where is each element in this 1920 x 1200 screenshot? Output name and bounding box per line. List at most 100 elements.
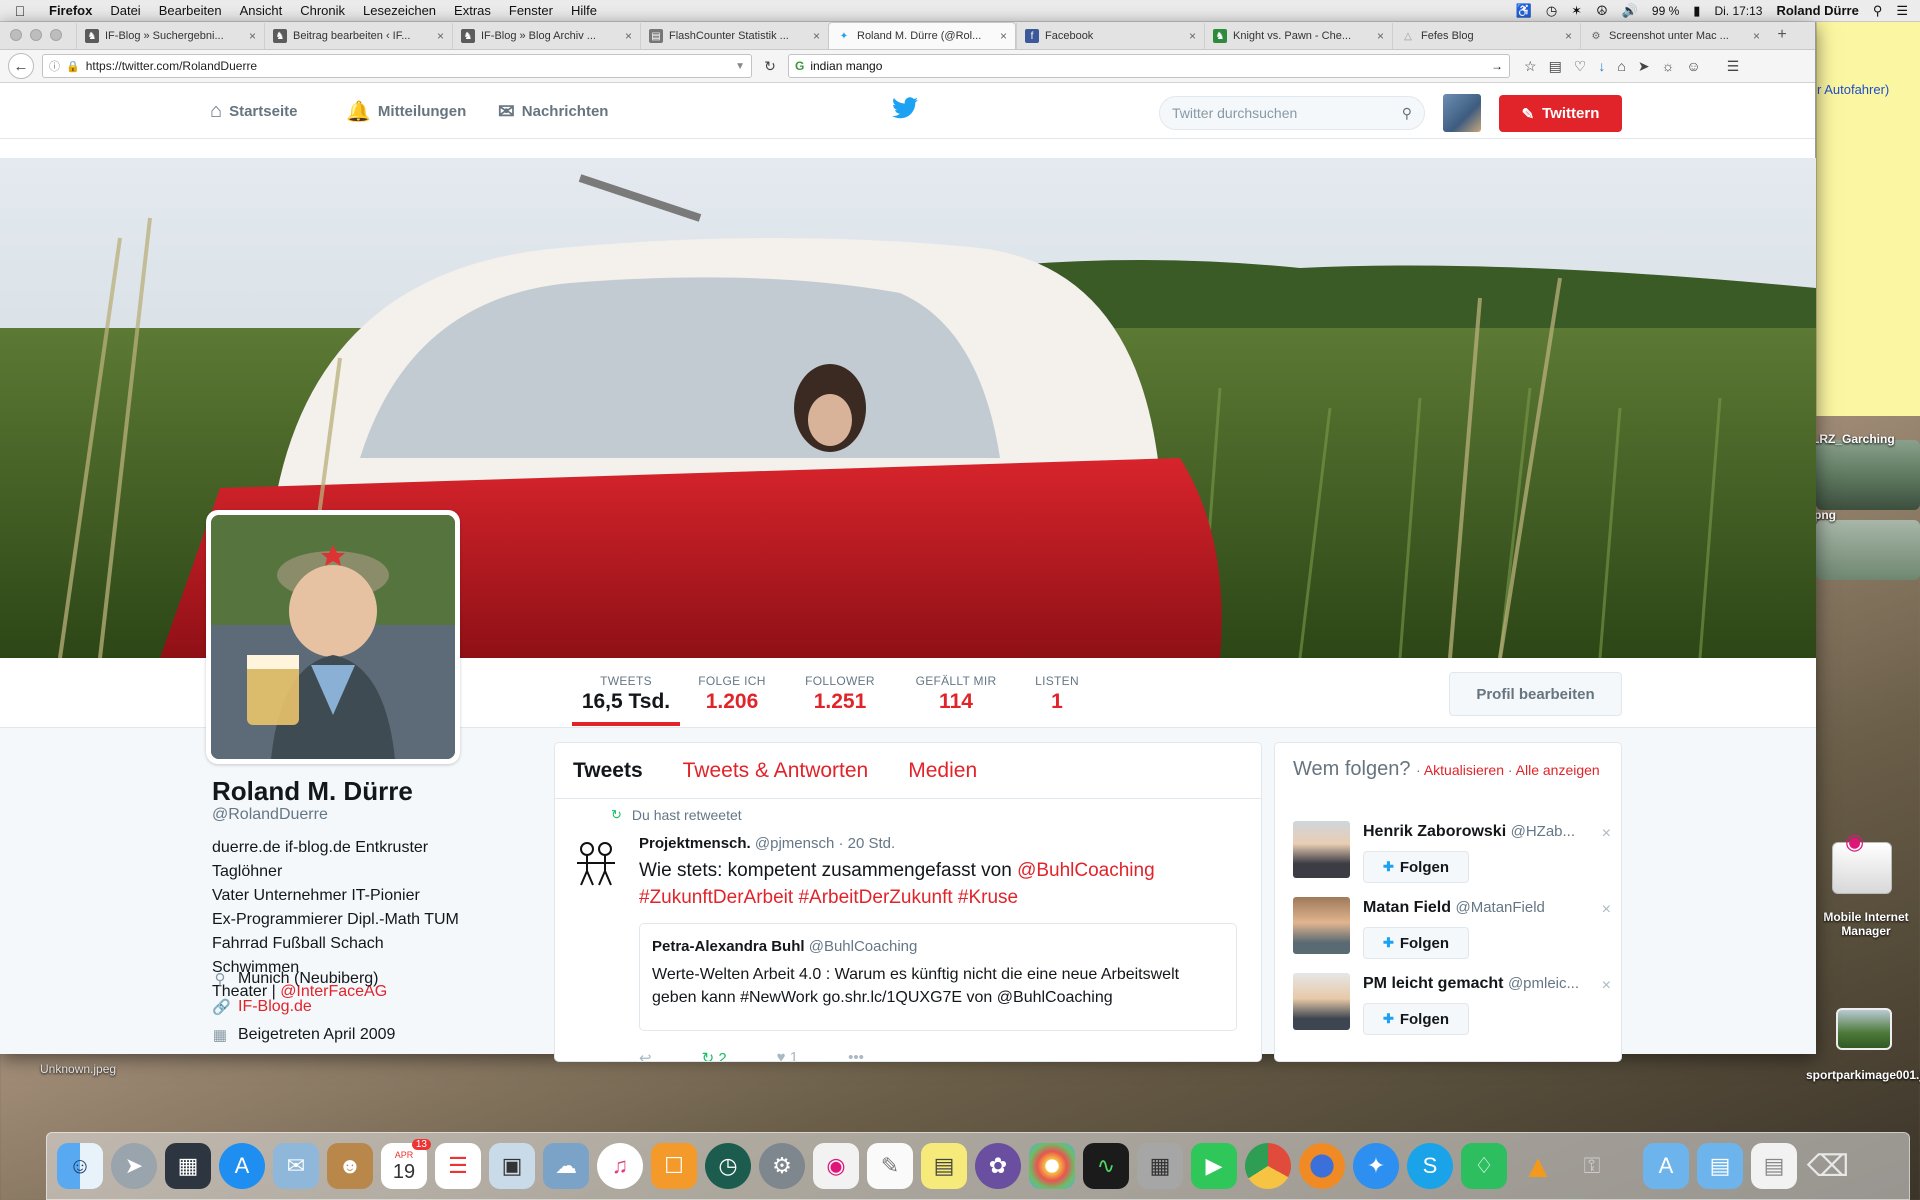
clock[interactable]: Di. 17:13 <box>1714 4 1762 18</box>
wifi-icon[interactable]: ☮ <box>1596 3 1608 19</box>
suggestion-avatar[interactable] <box>1293 897 1350 954</box>
tab-chess[interactable]: ♞ Knight vs. Pawn - Che... × <box>1204 23 1392 49</box>
lock-icon[interactable]: 🔒 <box>66 60 80 73</box>
mission-control-icon[interactable]: ▦ <box>165 1143 211 1189</box>
quoted-tweet[interactable]: Petra-Alexandra Buhl @BuhlCoaching Werte… <box>639 923 1237 1031</box>
stat-folge-ich[interactable]: FOLGE ICH 1.206 <box>690 674 774 714</box>
smiley-icon[interactable]: ☺ <box>1686 58 1700 75</box>
mask-icon[interactable]: ☼ <box>1662 58 1675 75</box>
info-icon[interactable]: ⓘ <box>49 58 60 74</box>
search-icon[interactable]: ⚲ <box>1402 105 1412 122</box>
stat-tweets[interactable]: TWEETS 16,5 Tsd. <box>572 674 680 726</box>
menu-lesezeichen[interactable]: Lesezeichen <box>354 3 445 18</box>
nav-nachrichten[interactable]: ✉ Nachrichten <box>498 83 608 139</box>
desktop-image-sportpark[interactable] <box>1836 1008 1892 1050</box>
dismiss-icon[interactable]: × <box>1602 977 1611 995</box>
sticky-note[interactable]: r Autofahrer) <box>1816 22 1920 416</box>
applications-folder-icon[interactable]: A <box>1643 1143 1689 1189</box>
spotlight-icon[interactable]: ⚲ <box>1873 3 1883 19</box>
evernote-icon[interactable]: ♢ <box>1461 1143 1507 1189</box>
menu-ansicht[interactable]: Ansicht <box>231 3 292 18</box>
time-machine-icon[interactable]: ◷ <box>1546 3 1557 19</box>
system-preferences-icon[interactable]: ⚙ <box>759 1143 805 1189</box>
user-menu[interactable]: Roland Dürre <box>1776 3 1858 18</box>
close-tab-icon[interactable]: × <box>1377 29 1384 43</box>
stickies-icon[interactable]: ▤ <box>921 1143 967 1189</box>
desktop-image-png[interactable] <box>1816 520 1920 580</box>
suggestion-avatar[interactable] <box>1293 973 1350 1030</box>
pocket-icon[interactable]: ♡ <box>1574 58 1587 75</box>
tab-twitter-active[interactable]: ✦ Roland M. Dürre (@Rol... × <box>828 22 1016 49</box>
menu-extras[interactable]: Extras <box>445 3 500 18</box>
follow-button[interactable]: ✚ Folgen <box>1363 851 1469 883</box>
menu-hilfe[interactable]: Hilfe <box>562 3 606 18</box>
tweet-button[interactable]: ✎ Twittern <box>1499 95 1622 132</box>
safari-icon[interactable]: ✦ <box>1353 1143 1399 1189</box>
minimize-window-button[interactable] <box>30 29 42 41</box>
close-tab-icon[interactable]: × <box>249 29 256 43</box>
cleaner-icon[interactable]: ✿ <box>975 1143 1021 1189</box>
calculator-icon[interactable]: ▦ <box>1137 1143 1183 1189</box>
tab-blog-archiv[interactable]: ♞ IF-Blog » Blog Archiv ... × <box>452 23 640 49</box>
edit-profile-button[interactable]: Profil bearbeiten <box>1449 672 1622 716</box>
dismiss-icon[interactable]: × <box>1602 825 1611 843</box>
profile-avatar[interactable] <box>206 510 460 764</box>
mobile-internet-dock-icon[interactable]: ◉ <box>813 1143 859 1189</box>
firefox-icon[interactable] <box>1299 1143 1345 1189</box>
activity-monitor-icon[interactable]: ∿ <box>1083 1143 1129 1189</box>
chrome-icon[interactable] <box>1245 1143 1291 1189</box>
close-tab-icon[interactable]: × <box>1753 29 1760 43</box>
stat-listen[interactable]: LISTEN 1 <box>1030 674 1084 714</box>
suggestion-name[interactable]: Henrik Zaborowski @HZab... <box>1363 823 1593 841</box>
tab-beitrag-bearbeiten[interactable]: ♞ Beitrag bearbeiten ‹ IF... × <box>264 23 452 49</box>
back-button[interactable]: ← <box>8 53 34 79</box>
tab-tweets-antworten[interactable]: Tweets & Antworten <box>683 759 869 783</box>
reminders-icon[interactable]: ☰ <box>435 1143 481 1189</box>
photo-booth-icon[interactable]: ▣ <box>489 1143 535 1189</box>
profile-handle[interactable]: @RolandDuerre <box>212 806 328 824</box>
wtf-all-link[interactable]: Alle anzeigen <box>1516 762 1600 778</box>
reload-icon[interactable]: ↻ <box>760 58 780 75</box>
suggestion-name[interactable]: PM leicht gemacht @pmleic... <box>1363 975 1593 993</box>
finder-icon[interactable]: ☺ <box>57 1143 103 1189</box>
website-link[interactable]: IF-Blog.de <box>238 998 312 1016</box>
hamburger-menu-icon[interactable]: ☰ <box>1727 58 1740 75</box>
trash-icon[interactable]: ⌫ <box>1805 1143 1851 1189</box>
tab-screenshot-mac[interactable]: ⚙ Screenshot unter Mac ... × <box>1580 23 1768 49</box>
twitter-bird-icon[interactable] <box>892 97 918 126</box>
retweet-action[interactable]: ↻ 2 <box>702 1049 727 1061</box>
battery-icon[interactable]: ▮ <box>1693 3 1700 19</box>
nav-mitteilungen[interactable]: 🔔 Mitteilungen <box>346 83 466 139</box>
notification-center-icon[interactable]: ☰ <box>1896 3 1908 19</box>
close-tab-icon[interactable]: × <box>1565 29 1572 43</box>
tweet-author-avatar[interactable] <box>571 839 621 889</box>
launchpad-icon[interactable]: ➤ <box>111 1143 157 1189</box>
dismiss-icon[interactable]: × <box>1602 901 1611 919</box>
close-window-button[interactable] <box>10 29 22 41</box>
close-tab-icon[interactable]: × <box>1189 29 1196 43</box>
tweet-handle[interactable]: @pjmensch <box>755 835 834 852</box>
tweet-author[interactable]: Projektmensch. <box>639 835 751 852</box>
documents-folder-icon[interactable]: ▤ <box>1697 1143 1743 1189</box>
tab-facebook[interactable]: f Facebook × <box>1016 23 1204 49</box>
like-action[interactable]: ♥ 1 <box>777 1049 798 1061</box>
accessibility-icon[interactable]: ♿ <box>1516 3 1532 19</box>
menu-fenster[interactable]: Fenster <box>500 3 562 18</box>
desktop-image-lrz[interactable] <box>1816 440 1920 510</box>
stat-follower[interactable]: FOLLOWER 1.251 <box>798 674 882 714</box>
url-dropdown-icon[interactable]: ▼ <box>735 61 745 72</box>
downloads-stack-icon[interactable]: ▤ <box>1751 1143 1797 1189</box>
app-store-icon[interactable]: A <box>219 1143 265 1189</box>
follow-button[interactable]: ✚ Folgen <box>1363 927 1469 959</box>
download-icon[interactable]: ↓ <box>1598 58 1605 75</box>
tweet[interactable]: ↻ Du hast retweetet Projektmensch. @pjmen… <box>555 799 1261 1061</box>
url-bar[interactable]: ⓘ 🔒 https://twitter.com/RolandDuerre ▼ <box>42 54 752 78</box>
tweet-mention-link[interactable]: @BuhlCoaching <box>1017 860 1155 881</box>
vlc-icon[interactable]: ▲ <box>1515 1143 1561 1189</box>
wtf-refresh-link[interactable]: Aktualisieren <box>1424 762 1504 778</box>
close-tab-icon[interactable]: × <box>1000 29 1007 43</box>
tab-flashcounter[interactable]: ▤ FlashCounter Statistik ... × <box>640 23 828 49</box>
photos-icon[interactable] <box>1029 1143 1075 1189</box>
zoom-window-button[interactable] <box>50 29 62 41</box>
mobile-internet-manager-icon[interactable]: ◉ <box>1832 829 1892 894</box>
